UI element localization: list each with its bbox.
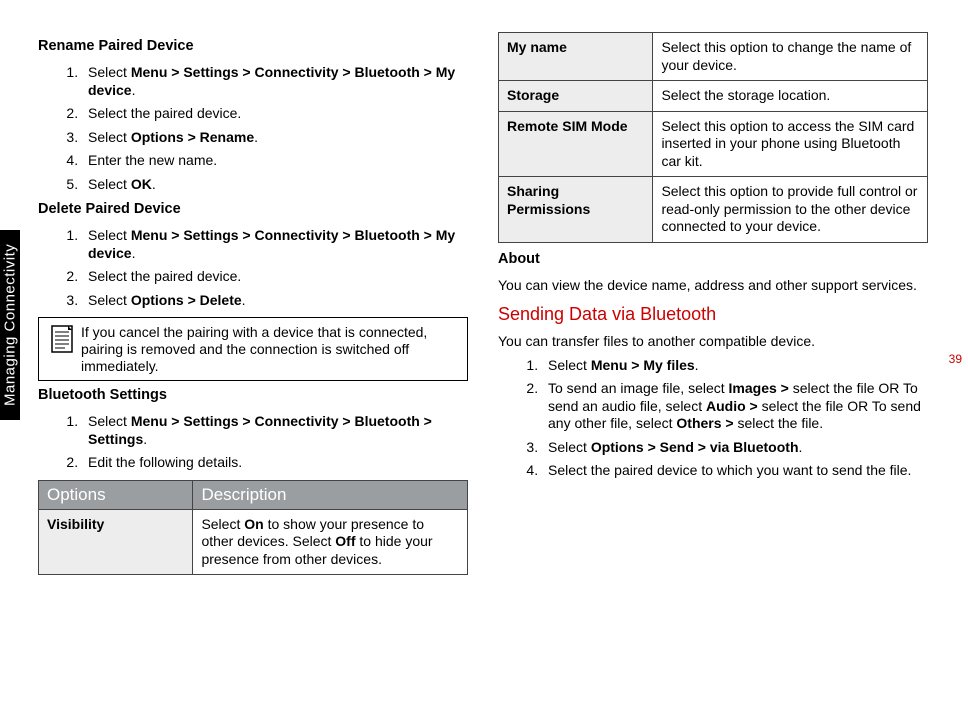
steps-sending: Select Menu > My files. To send an image… (498, 357, 928, 480)
table-row: Visibility Select On to show your presen… (39, 509, 468, 575)
heading-delete: Delete Paired Device (38, 201, 468, 217)
cell-option-name: Visibility (39, 509, 193, 575)
cell-option-name: My name (499, 33, 653, 81)
step-item: Select the paired device. (82, 268, 468, 286)
step-item: Select Menu > My files. (542, 357, 928, 375)
step-item: Select Options > Send > via Bluetooth. (542, 439, 928, 457)
cell-option-desc: Select this option to access the SIM car… (653, 111, 928, 177)
step-item: Select Options > Rename. (82, 129, 468, 147)
table-header-row: Options Description (39, 480, 468, 509)
step-item: Select the paired device to which you wa… (542, 462, 928, 480)
step-item: Select the paired device. (82, 105, 468, 123)
steps-rename: Select Menu > Settings > Connectivity > … (38, 64, 468, 193)
step-item: Enter the new name. (82, 152, 468, 170)
step-item: To send an image file, select Images > s… (542, 380, 928, 433)
side-tab: Managing Connectivity (0, 230, 20, 420)
options-table-left: Options Description Visibility Select On… (38, 480, 468, 576)
th-options: Options (39, 480, 193, 509)
note-icon (45, 324, 81, 354)
step-item: Select Options > Delete. (82, 292, 468, 310)
note-box: If you cancel the pairing with a device … (38, 317, 468, 381)
cell-option-desc: Select On to show your presence to other… (193, 509, 468, 575)
step-item: Edit the following details. (82, 454, 468, 472)
about-paragraph: You can view the device name, address an… (498, 277, 928, 295)
right-column: My name Select this option to change the… (498, 32, 928, 575)
cell-option-name: Storage (499, 81, 653, 112)
note-text: If you cancel the pairing with a device … (81, 324, 461, 374)
table-row: Sharing Permissions Select this option t… (499, 177, 928, 243)
cell-option-desc: Select this option to change the name of… (653, 33, 928, 81)
options-table-right: My name Select this option to change the… (498, 32, 928, 243)
sending-intro: You can transfer files to another compat… (498, 333, 928, 351)
page-content: Rename Paired Device Select Menu > Setti… (38, 32, 928, 575)
cell-option-desc: Select this option to provide full contr… (653, 177, 928, 243)
cell-option-name: Remote SIM Mode (499, 111, 653, 177)
cell-option-name: Sharing Permissions (499, 177, 653, 243)
left-column: Rename Paired Device Select Menu > Setti… (38, 32, 468, 575)
heading-rename: Rename Paired Device (38, 38, 468, 54)
steps-bt-settings: Select Menu > Settings > Connectivity > … (38, 413, 468, 472)
step-item: Select Menu > Settings > Connectivity > … (82, 227, 468, 262)
table-row: Storage Select the storage location. (499, 81, 928, 112)
cell-option-desc: Select the storage location. (653, 81, 928, 112)
step-item: Select OK. (82, 176, 468, 194)
step-item: Select Menu > Settings > Connectivity > … (82, 64, 468, 99)
heading-bt-settings: Bluetooth Settings (38, 387, 468, 403)
heading-about: About (498, 251, 928, 267)
heading-sending-data: Sending Data via Bluetooth (498, 304, 928, 325)
table-row: Remote SIM Mode Select this option to ac… (499, 111, 928, 177)
steps-delete: Select Menu > Settings > Connectivity > … (38, 227, 468, 309)
th-description: Description (193, 480, 468, 509)
page-number: 39 (949, 352, 962, 366)
step-item: Select Menu > Settings > Connectivity > … (82, 413, 468, 448)
table-row: My name Select this option to change the… (499, 33, 928, 81)
